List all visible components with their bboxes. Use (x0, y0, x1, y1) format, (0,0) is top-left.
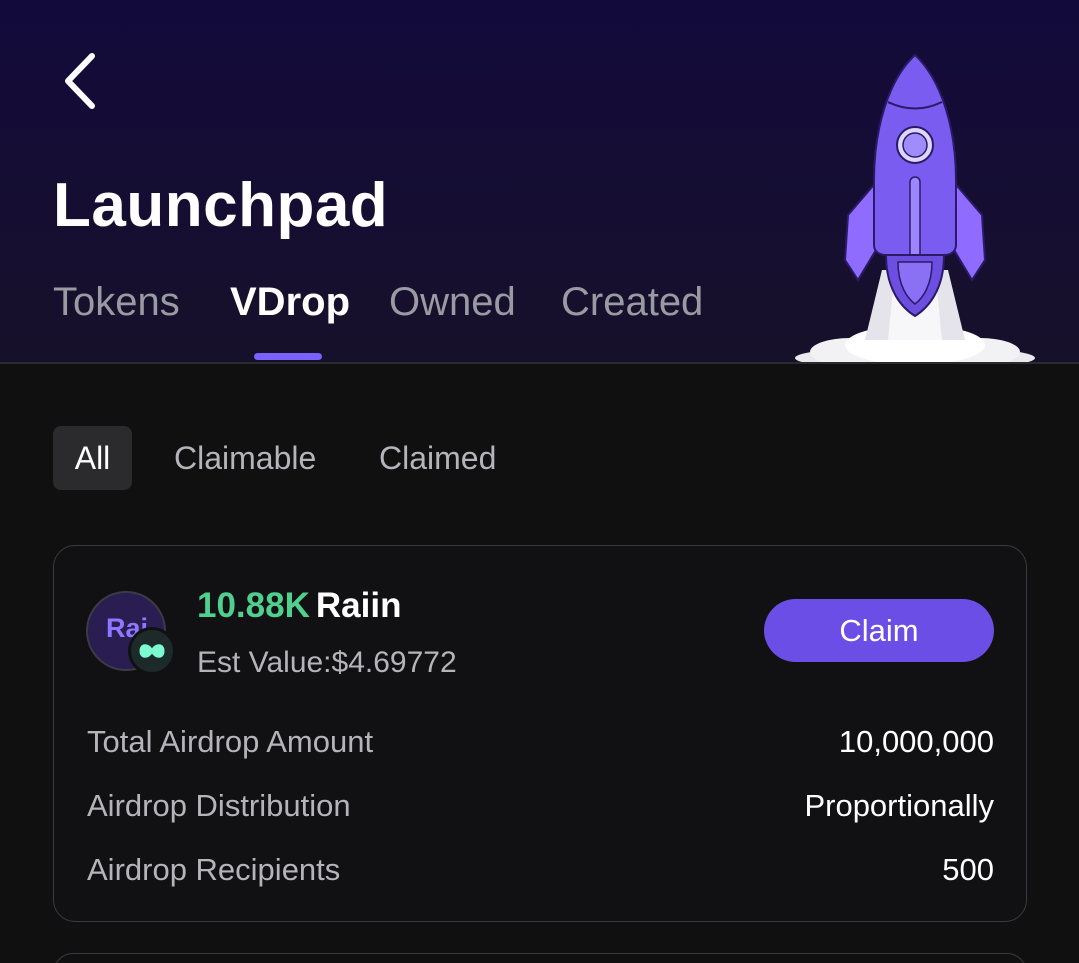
detail-value: 500 (942, 852, 994, 887)
tab-created[interactable]: Created (561, 280, 703, 325)
infinity-icon (139, 644, 165, 658)
detail-row-distribution: Airdrop Distribution Proportionally (87, 788, 994, 828)
claim-button[interactable]: Claim (764, 599, 994, 662)
launchpad-header: Launchpad Tokens VDrop Owned Created (0, 0, 1079, 363)
estimated-value: Est Value:$4.69772 (197, 646, 457, 679)
detail-value: 10,000,000 (838, 724, 994, 759)
airdrop-amount: 10.88K (197, 586, 310, 625)
tab-tokens[interactable]: Tokens (53, 280, 180, 325)
tabs-divider (0, 362, 1079, 364)
detail-label: Total Airdrop Amount (87, 724, 374, 759)
detail-label: Airdrop Distribution (87, 788, 351, 823)
filter-claimed[interactable]: Claimed (379, 426, 496, 490)
chain-badge-icon (128, 627, 176, 675)
chevron-left-icon (65, 53, 95, 109)
active-tab-indicator (254, 353, 322, 360)
airdrop-card-next (53, 953, 1027, 963)
detail-row-recipients: Airdrop Recipients 500 (87, 852, 994, 892)
back-button[interactable] (52, 48, 112, 114)
detail-label: Airdrop Recipients (87, 852, 341, 887)
tab-vdrop[interactable]: VDrop (230, 280, 350, 325)
filter-all[interactable]: All (53, 426, 132, 490)
token-symbol: Raiin (315, 586, 402, 625)
filter-claimable[interactable]: Claimable (174, 426, 316, 490)
tab-owned[interactable]: Owned (389, 280, 516, 325)
detail-row-total-amount: Total Airdrop Amount 10,000,000 (87, 724, 994, 764)
detail-value: Proportionally (804, 788, 994, 823)
airdrop-card: Rai 10.88K Raiin Est Value:$4.69772 Claim… (53, 545, 1027, 922)
page-title: Launchpad (53, 171, 389, 240)
claim-amount: 10.88K Raiin (197, 586, 401, 626)
rocket-icon (795, 53, 1035, 363)
